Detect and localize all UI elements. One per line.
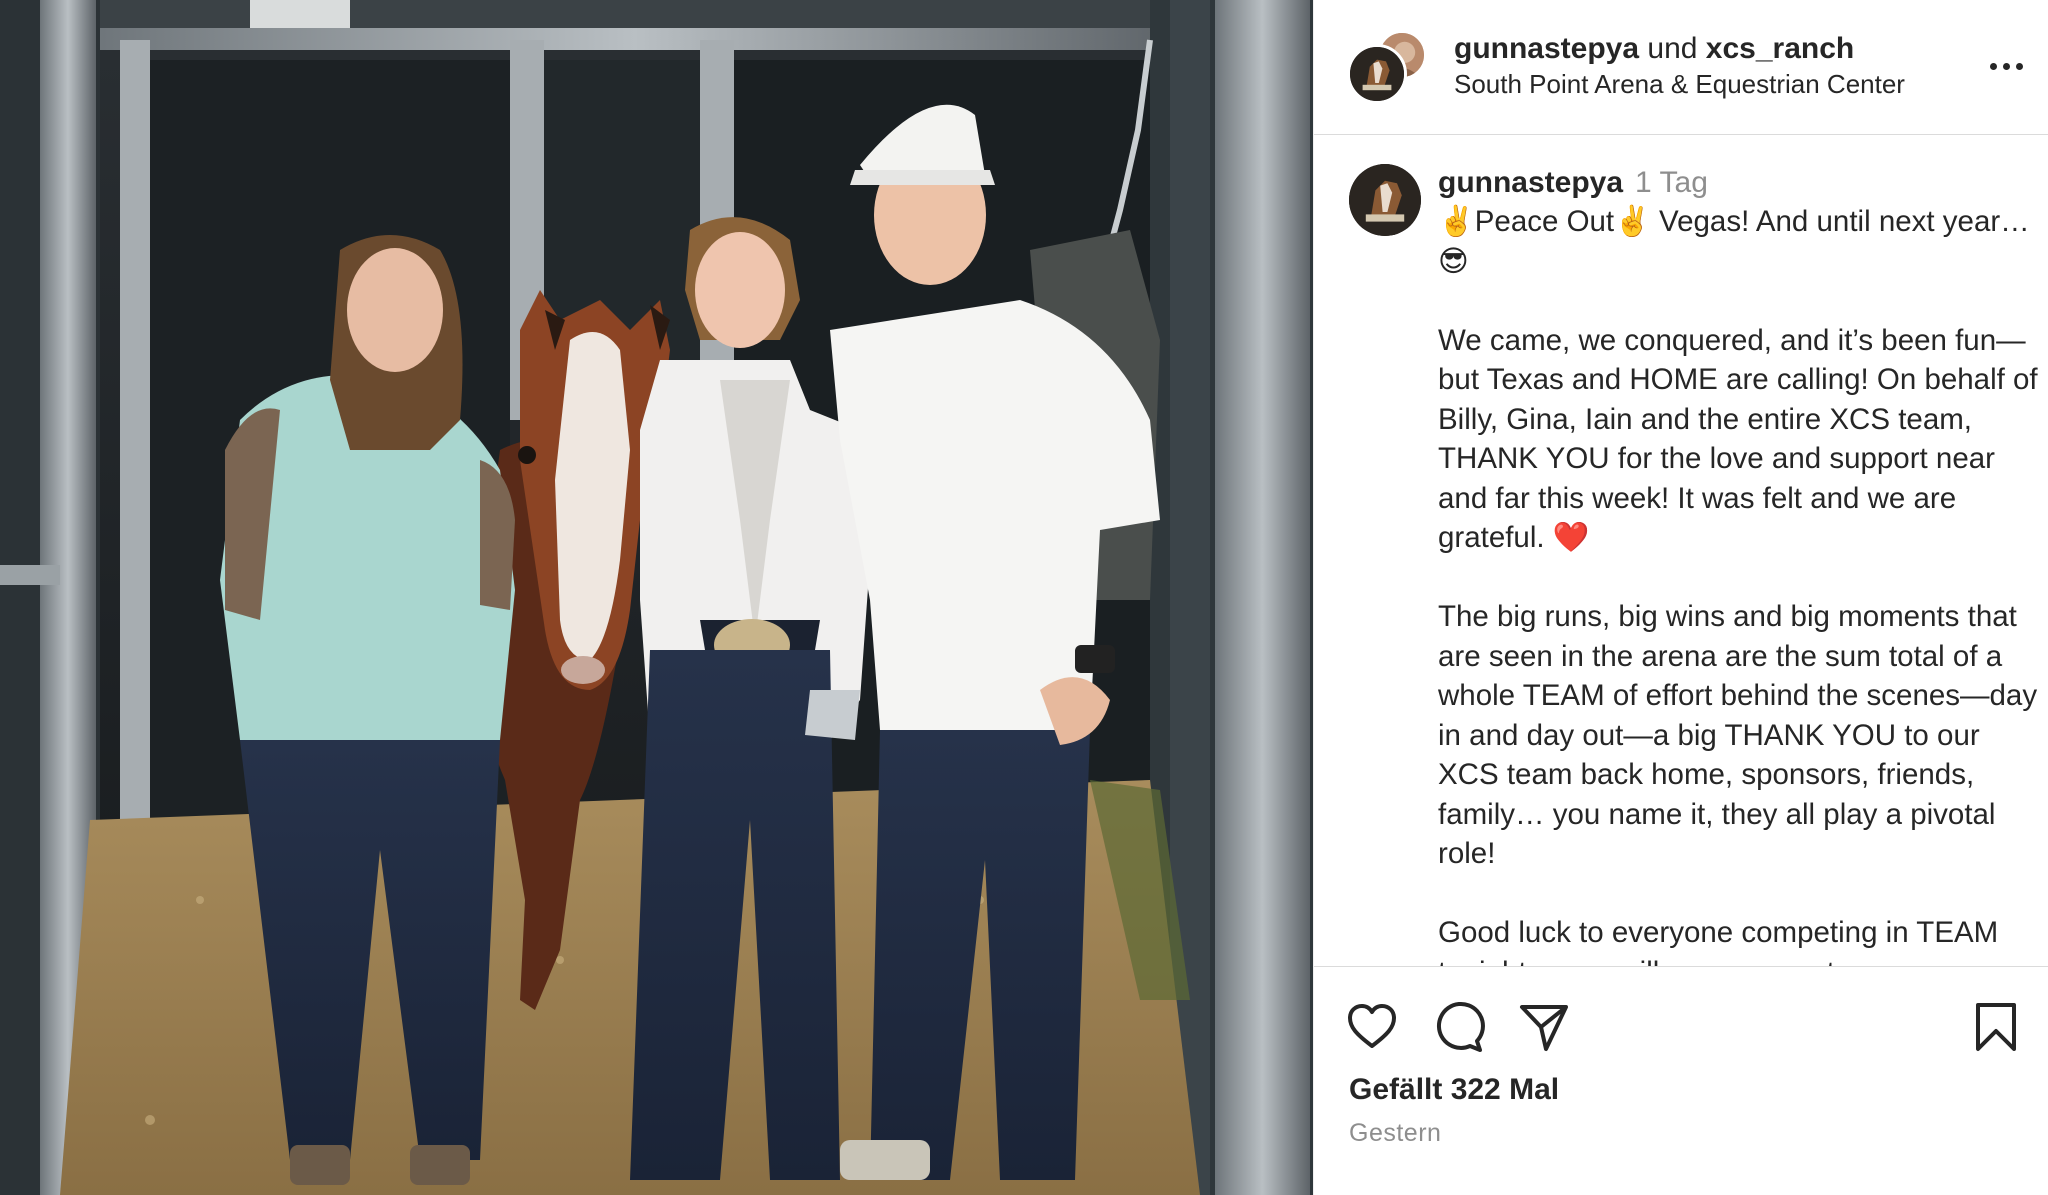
bookmark-icon[interactable] bbox=[1968, 999, 2024, 1055]
caption-scroll-area[interactable]: gunnastepya 1 Tag ✌️Peace Out✌️ Vegas! An… bbox=[1314, 136, 2048, 966]
caption-username-link[interactable]: gunnastepya bbox=[1438, 166, 1623, 199]
post-header: gunnastepya und xcs_ranch South Point Ar… bbox=[1314, 0, 2048, 135]
comment-icon-graphic bbox=[1437, 1002, 1485, 1052]
horse-logo-icon bbox=[1349, 164, 1421, 236]
caption-text: ✌️Peace Out✌️ Vegas! And until next year… bbox=[1438, 205, 2038, 966]
avatar-gunnastepya[interactable] bbox=[1347, 44, 1407, 104]
post-photo[interactable] bbox=[0, 0, 1313, 1195]
header-collaborator-link[interactable]: xcs_ranch bbox=[1706, 32, 1854, 65]
post-side-panel: gunnastepya und xcs_ranch South Point Ar… bbox=[1313, 0, 2048, 1195]
more-dot bbox=[2015, 62, 2023, 70]
caption-header: gunnastepya 1 Tag bbox=[1438, 164, 1708, 202]
collab-avatars[interactable] bbox=[1347, 30, 1427, 110]
instagram-post: gunnastepya und xcs_ranch South Point Ar… bbox=[0, 0, 2048, 1195]
paper-plane-icon[interactable] bbox=[1516, 999, 1572, 1055]
stable-photo-illustration bbox=[0, 0, 1313, 1195]
header-usernames: gunnastepya und xcs_ranch bbox=[1454, 31, 1854, 67]
header-joiner: und bbox=[1647, 32, 1698, 65]
header-username-link[interactable]: gunnastepya bbox=[1454, 32, 1639, 65]
post-date: Gestern bbox=[1349, 1119, 1442, 1147]
bookmark-icon-graphic bbox=[1976, 1003, 2016, 1051]
caption-timestamp[interactable]: 1 Tag bbox=[1635, 166, 1708, 199]
heart-icon-graphic bbox=[1348, 1004, 1396, 1048]
caption-avatar[interactable] bbox=[1349, 164, 1421, 236]
more-dot bbox=[2002, 62, 2010, 70]
likes-count[interactable]: Gefällt 322 Mal bbox=[1349, 1071, 1559, 1109]
share-icon-graphic bbox=[1520, 1005, 1568, 1051]
location-link[interactable]: South Point Arena & Equestrian Center bbox=[1454, 68, 1905, 100]
comment-bubble-icon[interactable] bbox=[1430, 999, 1486, 1055]
more-dot bbox=[1989, 62, 1997, 70]
horse-logo-icon bbox=[1350, 47, 1404, 101]
action-bar: Gefällt 322 Mal Gestern bbox=[1314, 966, 2048, 1195]
heart-icon[interactable] bbox=[1344, 999, 1400, 1055]
more-options-icon[interactable] bbox=[1984, 48, 2028, 84]
